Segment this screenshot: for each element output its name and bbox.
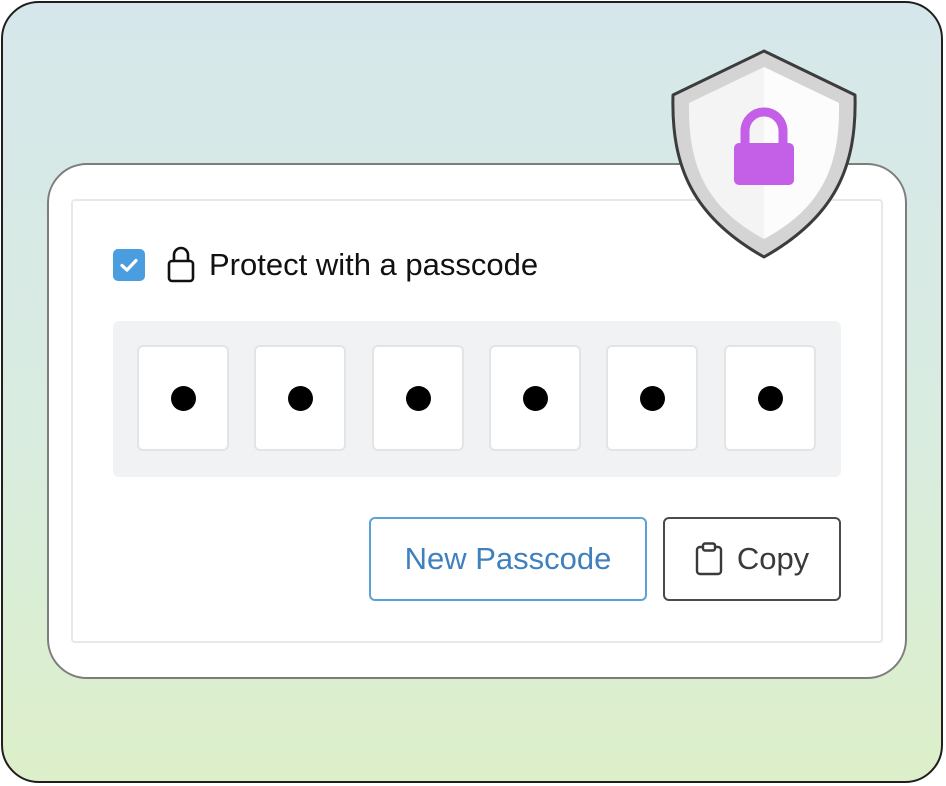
masked-digit-dot (639, 385, 665, 411)
masked-digit-dot (522, 385, 548, 411)
masked-digit-dot (170, 385, 196, 411)
protect-label: Protect with a passcode (209, 247, 539, 282)
passcode-digit-6[interactable] (724, 345, 816, 451)
shield-lock-icon (671, 49, 857, 259)
passcode-panel: Protect with a passcode New Passcode Cop… (71, 199, 883, 643)
lock-icon (167, 246, 195, 283)
masked-digit-dot (405, 385, 431, 411)
new-passcode-label: New Passcode (404, 541, 612, 576)
passcode-digit-4[interactable] (489, 345, 581, 451)
passcode-input-group (113, 321, 841, 477)
copy-label: Copy (736, 541, 810, 576)
app-frame: Protect with a passcode New Passcode Cop… (1, 1, 943, 783)
copy-button[interactable]: Copy (663, 517, 841, 601)
masked-digit-dot (287, 385, 313, 411)
passcode-digit-2[interactable] (254, 345, 346, 451)
protect-checkbox[interactable] (113, 249, 145, 281)
clipboard-icon (695, 542, 723, 576)
checkmark-icon (120, 258, 138, 272)
passcode-digit-5[interactable] (606, 345, 698, 451)
passcode-digit-1[interactable] (137, 345, 229, 451)
passcode-digit-3[interactable] (372, 345, 464, 451)
masked-digit-dot (757, 385, 783, 411)
new-passcode-button[interactable]: New Passcode (369, 517, 647, 601)
